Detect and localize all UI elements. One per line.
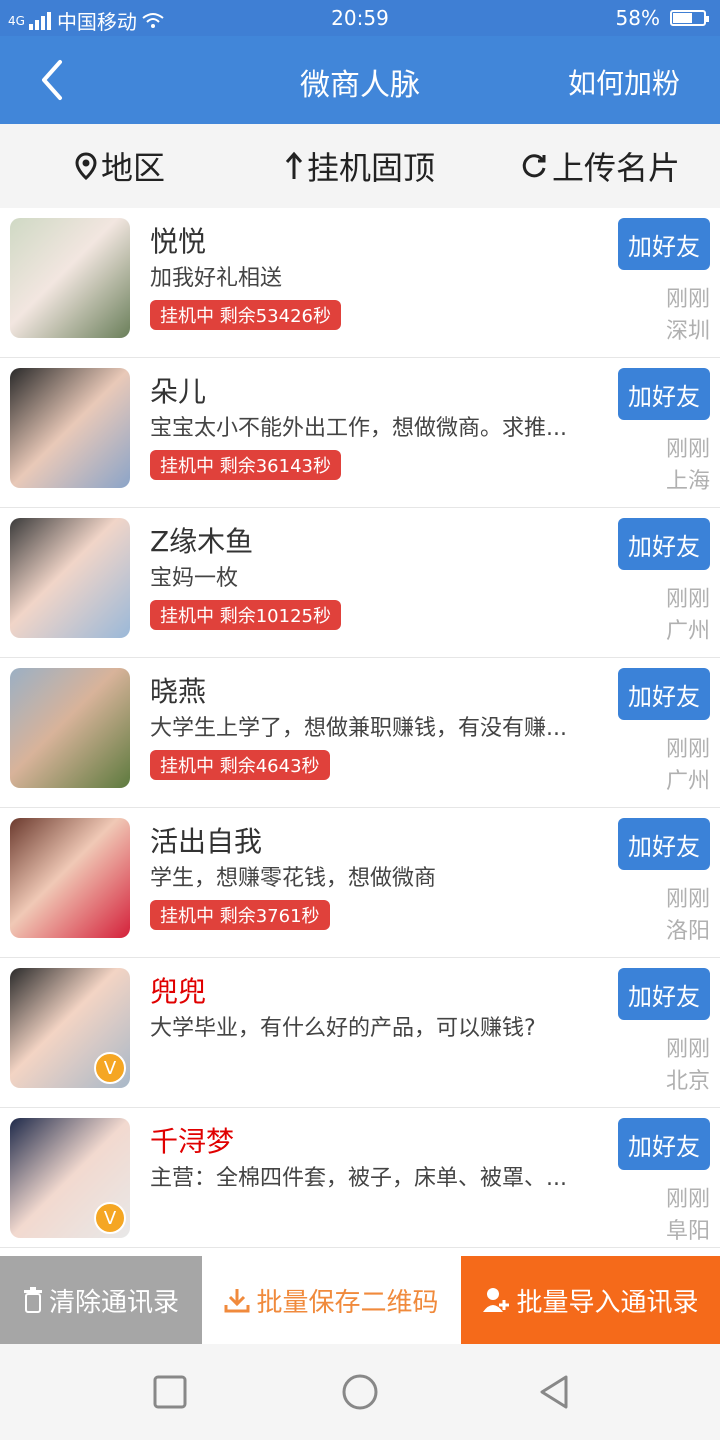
list-item[interactable]: Z缘木鱼 宝妈一枚 挂机中 剩余10125秒 加好友 刚刚 广州 bbox=[0, 508, 720, 658]
status-badge: 挂机中 剩余4643秒 bbox=[150, 750, 330, 780]
location-pin-icon bbox=[75, 152, 97, 180]
back-triangle-icon[interactable] bbox=[536, 1374, 572, 1410]
contact-name: 朵儿 bbox=[150, 375, 207, 408]
clear-contacts-label: 清除通讯录 bbox=[48, 1287, 179, 1318]
battery-percent: 58% bbox=[615, 6, 660, 30]
avatar[interactable]: V bbox=[10, 968, 130, 1088]
time-location: 刚刚 阜阳 bbox=[666, 1184, 710, 1248]
system-nav-bar bbox=[0, 1344, 720, 1440]
avatar[interactable] bbox=[10, 218, 130, 338]
time-location: 刚刚 北京 bbox=[666, 1034, 710, 1098]
add-friend-button[interactable]: 加好友 bbox=[618, 968, 710, 1020]
filter-pin-label: 挂机固顶 bbox=[306, 149, 435, 187]
time-location: 刚刚 广州 bbox=[666, 734, 710, 798]
time-location: 刚刚 广州 bbox=[666, 584, 710, 648]
filter-bar: 地区 挂机固顶 上传名片 bbox=[0, 124, 720, 208]
list-item[interactable]: 朵儿 宝宝太小不能外出工作，想做微商。求推... 挂机中 剩余36143秒 加好… bbox=[0, 358, 720, 508]
up-arrow-icon bbox=[285, 151, 303, 179]
contact-name: 活出自我 bbox=[150, 825, 263, 858]
contact-description: 主营：全棉四件套，被子，床单、被罩、... bbox=[150, 1166, 567, 1191]
last-active-time: 刚刚 bbox=[665, 737, 710, 762]
last-active-time: 刚刚 bbox=[665, 437, 710, 462]
contact-name: 悦悦 bbox=[150, 225, 207, 258]
status-badge: 挂机中 剩余3761秒 bbox=[150, 900, 330, 930]
list-item[interactable]: V 兜兜 大学毕业，有什么好的产品，可以赚钱? 加好友 刚刚 北京 bbox=[0, 958, 720, 1108]
city-label: 深圳 bbox=[665, 319, 710, 344]
last-active-time: 刚刚 bbox=[665, 1187, 710, 1212]
status-bar: 4G 中国移动 20:59 58% bbox=[0, 0, 720, 36]
contact-name: 兜兜 bbox=[150, 975, 207, 1008]
save-qrcodes-label: 批量保存二维码 bbox=[256, 1287, 439, 1318]
city-label: 阜阳 bbox=[665, 1219, 710, 1244]
last-active-time: 刚刚 bbox=[665, 1037, 710, 1062]
city-label: 广州 bbox=[665, 619, 710, 644]
contact-name: 晓燕 bbox=[150, 675, 207, 708]
recent-apps-icon[interactable] bbox=[152, 1374, 188, 1410]
status-time: 20:59 bbox=[331, 6, 389, 30]
how-to-add-fans-link[interactable]: 如何加粉 bbox=[568, 62, 680, 102]
contact-name: 千浔梦 bbox=[150, 1125, 235, 1158]
contact-description: 宝妈一枚 bbox=[150, 566, 239, 591]
verified-icon: V bbox=[94, 1202, 126, 1234]
contact-description: 大学毕业，有什么好的产品，可以赚钱? bbox=[150, 1016, 536, 1041]
city-label: 上海 bbox=[665, 469, 710, 494]
filter-pin-button[interactable]: 挂机固顶 bbox=[240, 143, 480, 189]
contact-description: 宝宝太小不能外出工作，想做微商。求推... bbox=[150, 416, 567, 441]
import-contacts-label: 批量导入通讯录 bbox=[516, 1287, 699, 1318]
add-friend-button[interactable]: 加好友 bbox=[618, 368, 710, 420]
contact-description: 学生，想赚零花钱，想做微商 bbox=[150, 866, 437, 891]
last-active-time: 刚刚 bbox=[665, 887, 710, 912]
battery-fill bbox=[673, 13, 692, 23]
city-label: 洛阳 bbox=[665, 919, 710, 944]
add-friend-button[interactable]: 加好友 bbox=[618, 518, 710, 570]
filter-upload-label: 上传名片 bbox=[551, 149, 680, 187]
filter-upload-button[interactable]: 上传名片 bbox=[480, 143, 720, 189]
add-friend-button[interactable]: 加好友 bbox=[618, 218, 710, 270]
contact-description: 加我好礼相送 bbox=[150, 266, 283, 291]
contact-description: 大学生上学了，想做兼职赚钱，有没有赚... bbox=[150, 716, 567, 741]
battery-icon bbox=[670, 10, 709, 26]
time-location: 刚刚 洛阳 bbox=[666, 884, 710, 948]
time-location: 刚刚 上海 bbox=[666, 434, 710, 498]
bottom-action-bar: 清除通讯录 批量保存二维码 批量导入通讯录 bbox=[0, 1256, 720, 1344]
add-friend-button[interactable]: 加好友 bbox=[618, 668, 710, 720]
save-qrcodes-button[interactable]: 批量保存二维码 bbox=[202, 1256, 461, 1344]
time-location: 刚刚 深圳 bbox=[666, 284, 710, 348]
import-contacts-button[interactable]: 批量导入通讯录 bbox=[461, 1256, 720, 1344]
add-friend-button[interactable]: 加好友 bbox=[618, 1118, 710, 1170]
list-item[interactable]: 晓燕 大学生上学了，想做兼职赚钱，有没有赚... 挂机中 剩余4643秒 加好友… bbox=[0, 658, 720, 808]
last-active-time: 刚刚 bbox=[665, 287, 710, 312]
avatar[interactable]: V bbox=[10, 1118, 130, 1238]
avatar[interactable] bbox=[10, 518, 130, 638]
list-item[interactable]: V 千浔梦 主营：全棉四件套，被子，床单、被罩、... 加好友 刚刚 阜阳 bbox=[0, 1108, 720, 1248]
contact-list: 悦悦 加我好礼相送 挂机中 剩余53426秒 加好友 刚刚 深圳 朵儿 宝宝太小… bbox=[0, 208, 720, 1248]
city-label: 广州 bbox=[665, 769, 710, 794]
trash-icon bbox=[23, 1287, 42, 1313]
clear-contacts-button[interactable]: 清除通讯录 bbox=[0, 1256, 202, 1344]
status-right: 58% bbox=[615, 6, 709, 30]
home-icon[interactable] bbox=[342, 1374, 378, 1410]
contact-name: Z缘木鱼 bbox=[150, 525, 254, 558]
verified-icon: V bbox=[94, 1052, 126, 1084]
avatar[interactable] bbox=[10, 368, 130, 488]
city-label: 北京 bbox=[665, 1069, 710, 1094]
status-badge: 挂机中 剩余53426秒 bbox=[150, 300, 341, 330]
add-user-icon bbox=[483, 1288, 510, 1312]
filter-region-button[interactable]: 地区 bbox=[0, 143, 240, 189]
add-friend-button[interactable]: 加好友 bbox=[618, 818, 710, 870]
top-app-bar: 微商人脉 如何加粉 bbox=[0, 36, 720, 124]
avatar[interactable] bbox=[10, 818, 130, 938]
download-icon bbox=[224, 1289, 250, 1313]
avatar[interactable] bbox=[10, 668, 130, 788]
last-active-time: 刚刚 bbox=[665, 587, 710, 612]
status-badge: 挂机中 剩余36143秒 bbox=[150, 450, 341, 480]
status-badge: 挂机中 剩余10125秒 bbox=[150, 600, 341, 630]
list-item[interactable]: 活出自我 学生，想赚零花钱，想做微商 挂机中 剩余3761秒 加好友 刚刚 洛阳 bbox=[0, 808, 720, 958]
list-item[interactable]: 悦悦 加我好礼相送 挂机中 剩余53426秒 加好友 刚刚 深圳 bbox=[0, 208, 720, 358]
filter-region-label: 地区 bbox=[100, 149, 165, 187]
refresh-icon bbox=[522, 154, 546, 178]
